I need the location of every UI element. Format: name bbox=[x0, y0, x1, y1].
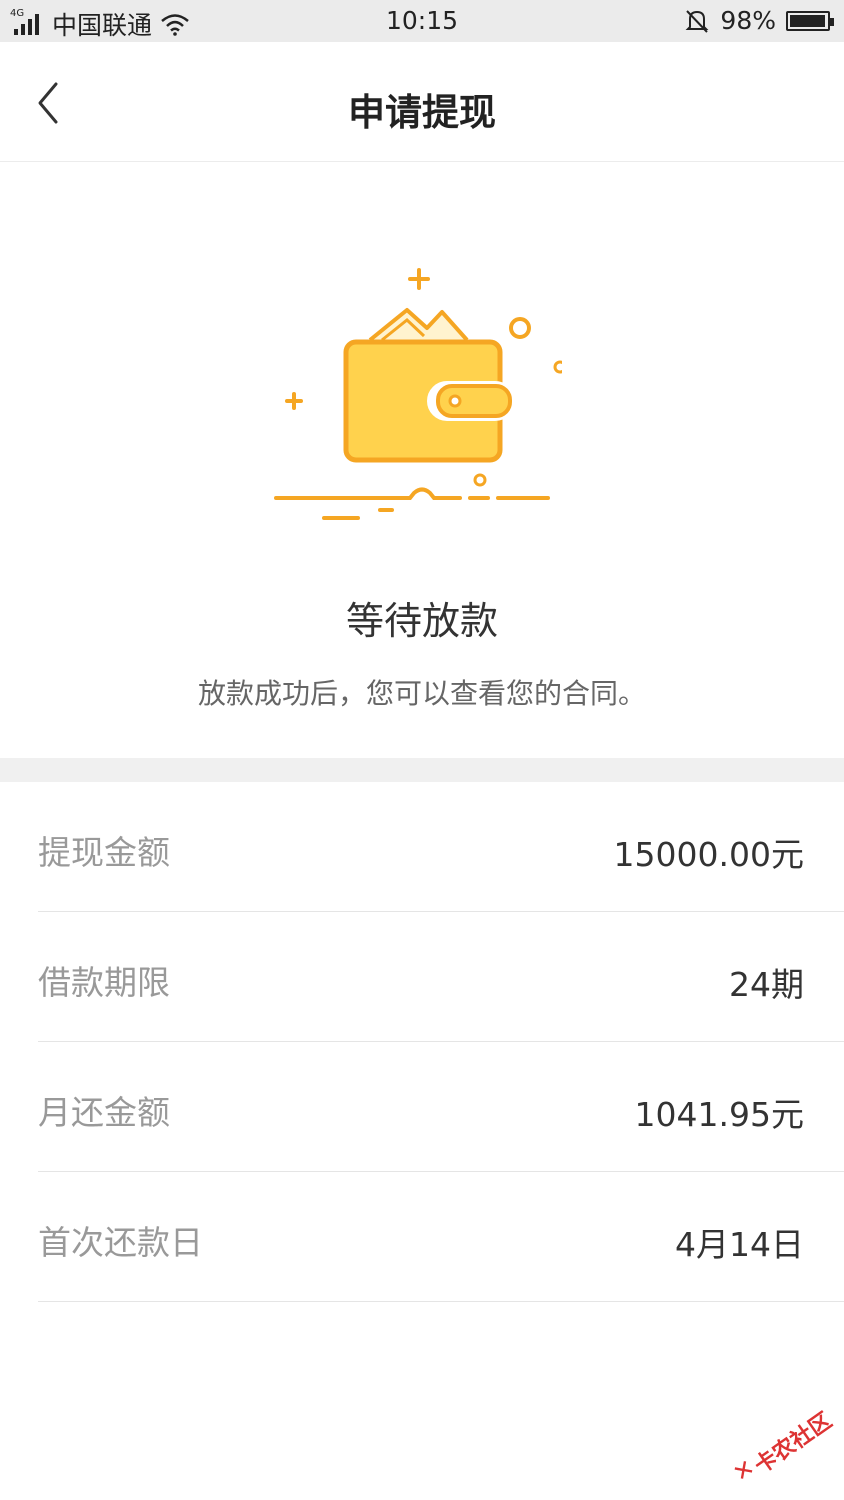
page-title: 申请提现 bbox=[348, 91, 496, 134]
detail-row-amount: 提现金额 15000.00元 bbox=[38, 782, 844, 912]
wallet-icon bbox=[274, 268, 562, 520]
detail-label: 月还金额 bbox=[38, 1093, 170, 1132]
status-bar: 4G 中国联通 10:15 98% bbox=[0, 0, 844, 42]
detail-row-monthly: 月还金额 1041.95元 bbox=[38, 1042, 844, 1172]
withdrawal-details: 提现金额 15000.00元 借款期限 24期 月还金额 1041.95元 首次… bbox=[0, 782, 844, 1302]
status-title: 等待放款 bbox=[345, 599, 498, 643]
nav-bar: 申请提现 bbox=[0, 42, 844, 162]
detail-value: 15000.00元 bbox=[613, 835, 804, 874]
detail-label: 借款期限 bbox=[38, 963, 170, 1002]
section-divider bbox=[0, 758, 844, 782]
detail-row-term: 借款期限 24期 bbox=[38, 912, 844, 1042]
watermark-text: 卡农社区 bbox=[750, 1408, 837, 1480]
detail-value: 1041.95元 bbox=[634, 1095, 804, 1134]
mute-bell-icon bbox=[686, 9, 709, 33]
status-description: 放款成功后，您可以查看您的合同。 bbox=[197, 677, 646, 710]
detail-value: 24期 bbox=[729, 965, 804, 1004]
watermark: ✕ 卡农社区 bbox=[715, 1384, 844, 1500]
status-right: 98% bbox=[684, 6, 834, 35]
detail-row-first-repayment: 首次还款日 4月14日 bbox=[38, 1172, 844, 1302]
detail-value: 4月14日 bbox=[675, 1225, 804, 1264]
battery-icon bbox=[786, 10, 834, 31]
detail-label: 首次还款日 bbox=[38, 1223, 203, 1262]
detail-label: 提现金额 bbox=[38, 833, 170, 872]
battery-percent: 98% bbox=[720, 6, 776, 35]
